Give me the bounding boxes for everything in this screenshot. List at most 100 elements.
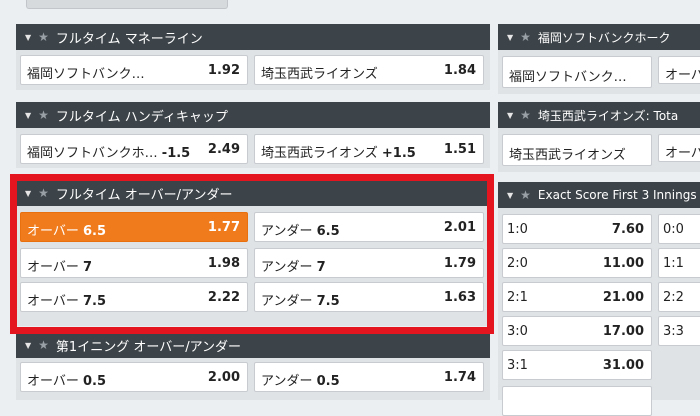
score-label: 2:1 <box>507 290 528 305</box>
score-option[interactable] <box>502 386 652 416</box>
odds-value: 1.51 <box>443 142 476 157</box>
odds-value: 1.79 <box>443 256 476 271</box>
panel-moneyline: ▼ ★ フルタイム マネーライン 福岡ソフトバンク… 1.92 埼玉西武ライオン… <box>16 24 490 90</box>
bet-option[interactable]: 埼玉西武ライオンズ 1.84 <box>254 55 484 85</box>
bet-option[interactable]: オーバ <box>658 134 700 162</box>
odds-value: 1.63 <box>443 290 476 305</box>
odds-value: 1.84 <box>443 63 476 78</box>
option-label: 埼玉西武ライオンズ <box>261 67 378 82</box>
panel-exact-score: ▼ ★ Exact Score First 3 Innings 1:0 7.60… <box>498 182 700 416</box>
bet-option[interactable]: 福岡ソフトバンク… <box>502 56 652 88</box>
score-option[interactable]: 0:0 <box>658 214 700 244</box>
bet-option[interactable]: アンダー 7.5 1.63 <box>254 282 484 312</box>
panel-header[interactable]: ▼ ★ 埼玉西武ライオンズ: Tota <box>498 102 700 128</box>
collapse-icon[interactable]: ▼ <box>25 341 31 350</box>
bet-option[interactable]: オーバー 0.5 2.00 <box>20 362 248 392</box>
option-label: 埼玉西武ライオンズ <box>509 148 626 163</box>
odds-value: 21.00 <box>602 290 644 305</box>
panel-header[interactable]: ▼ ★ Exact Score First 3 Innings <box>498 182 700 208</box>
collapse-icon[interactable]: ▼ <box>25 111 31 120</box>
panel-title: 第1イニング オーバー/アンダー <box>55 339 242 355</box>
option-label: オーバー 7 <box>27 260 93 275</box>
panel-over-under: ▼ ★ フルタイム オーバー/アンダー オーバー 6.5 1.77 アンダー 6… <box>16 180 490 326</box>
odds-value: 2.22 <box>207 290 240 305</box>
star-icon[interactable]: ★ <box>38 30 49 44</box>
odds-value: 2.00 <box>207 370 240 385</box>
score-label: 1:0 <box>507 222 528 237</box>
score-option[interactable]: 1:0 7.60 <box>502 214 652 244</box>
option-label: アンダー 7.5 <box>261 294 340 309</box>
score-label: 3:3 <box>663 324 684 339</box>
panel-header[interactable]: ▼ ★ フルタイム ハンディキャップ <box>16 102 490 128</box>
panel-title: フルタイム オーバー/アンダー <box>55 187 233 203</box>
score-option[interactable]: 2:1 21.00 <box>502 282 652 312</box>
star-icon[interactable]: ★ <box>38 108 49 122</box>
score-label: 2:2 <box>663 290 684 305</box>
panel-title: 埼玉西武ライオンズ: Tota <box>537 108 679 123</box>
bet-option[interactable]: 福岡ソフトバンクホ… -1.5 2.49 <box>20 134 248 164</box>
panel-title: 福岡ソフトバンクホーク <box>537 30 671 45</box>
score-option[interactable]: 1:1 <box>658 248 700 278</box>
bet-option[interactable]: 埼玉西武ライオンズ <box>502 134 652 166</box>
score-label: 3:0 <box>507 324 528 339</box>
panel-first-innings: ▼ ★ 第1イニング オーバー/アンダー オーバー 0.5 2.00 アンダー … <box>16 332 490 400</box>
panel-team-total-away: ▼ ★ 埼玉西武ライオンズ: Tota 埼玉西武ライオンズ オーバ <box>498 102 700 172</box>
bet-option[interactable]: アンダー 0.5 1.74 <box>254 362 484 392</box>
panel-title: フルタイム ハンディキャップ <box>55 109 228 125</box>
odds-value: 31.00 <box>602 358 644 373</box>
odds-value: 1.92 <box>207 63 240 78</box>
score-label: 1:1 <box>663 256 684 271</box>
score-label: 0:0 <box>663 222 684 237</box>
panel-title: Exact Score First 3 Innings <box>537 188 697 202</box>
bet-option[interactable]: アンダー 6.5 2.01 <box>254 212 484 242</box>
score-option[interactable]: 3:0 17.00 <box>502 316 652 346</box>
option-label: オーバー 6.5 <box>27 224 107 239</box>
score-option[interactable]: 3:1 31.00 <box>502 350 652 380</box>
bet-option[interactable]: オーバ <box>658 56 700 84</box>
bet-option[interactable]: オーバー 7.5 2.22 <box>20 282 248 312</box>
option-label: 埼玉西武ライオンズ +1.5 <box>261 146 416 161</box>
score-option[interactable]: 3:3 <box>658 316 700 346</box>
odds-value: 1.74 <box>443 370 476 385</box>
collapse-icon[interactable]: ▼ <box>507 191 513 200</box>
panel-header[interactable]: ▼ ★ 福岡ソフトバンクホーク <box>498 24 700 50</box>
option-label: アンダー 7 <box>261 260 326 275</box>
bet-option[interactable]: 埼玉西武ライオンズ +1.5 1.51 <box>254 134 484 164</box>
score-label: 3:1 <box>507 358 528 373</box>
score-option[interactable]: 2:0 11.00 <box>502 248 652 278</box>
top-button[interactable] <box>26 0 228 9</box>
panel-handicap: ▼ ★ フルタイム ハンディキャップ 福岡ソフトバンクホ… -1.5 2.49 … <box>16 102 490 168</box>
option-label: オーバー 7.5 <box>27 294 107 309</box>
panel-header[interactable]: ▼ ★ フルタイム オーバー/アンダー <box>16 180 490 206</box>
option-label: 福岡ソフトバンク… <box>27 67 145 82</box>
star-icon[interactable]: ★ <box>520 188 531 202</box>
odds-value: 1.98 <box>207 256 240 271</box>
option-label: 福岡ソフトバンクホ… -1.5 <box>27 146 191 161</box>
odds-value: 17.00 <box>602 324 644 339</box>
odds-value: 7.60 <box>611 222 644 237</box>
option-label: オーバ <box>665 146 700 161</box>
star-icon[interactable]: ★ <box>520 108 531 122</box>
odds-value: 1.77 <box>207 220 240 235</box>
bet-option-selected[interactable]: オーバー 6.5 1.77 <box>20 212 248 242</box>
bet-option[interactable]: アンダー 7 1.79 <box>254 248 484 278</box>
bet-option[interactable]: オーバー 7 1.98 <box>20 248 248 278</box>
option-label: アンダー 0.5 <box>261 374 340 389</box>
star-icon[interactable]: ★ <box>38 338 49 352</box>
odds-value: 11.00 <box>602 256 644 271</box>
odds-value: 2.49 <box>207 142 240 157</box>
collapse-icon[interactable]: ▼ <box>507 33 513 42</box>
star-icon[interactable]: ★ <box>38 186 49 200</box>
option-label: アンダー 6.5 <box>261 224 340 239</box>
collapse-icon[interactable]: ▼ <box>25 189 31 198</box>
collapse-icon[interactable]: ▼ <box>507 111 513 120</box>
score-option[interactable]: 2:2 <box>658 282 700 312</box>
odds-value: 2.01 <box>443 220 476 235</box>
option-label: オーバー 0.5 <box>27 374 107 389</box>
panel-header[interactable]: ▼ ★ 第1イニング オーバー/アンダー <box>16 332 490 358</box>
panel-header[interactable]: ▼ ★ フルタイム マネーライン <box>16 24 490 50</box>
collapse-icon[interactable]: ▼ <box>25 33 31 42</box>
panel-title: フルタイム マネーライン <box>55 31 203 47</box>
star-icon[interactable]: ★ <box>520 30 531 44</box>
bet-option[interactable]: 福岡ソフトバンク… 1.92 <box>20 55 248 85</box>
